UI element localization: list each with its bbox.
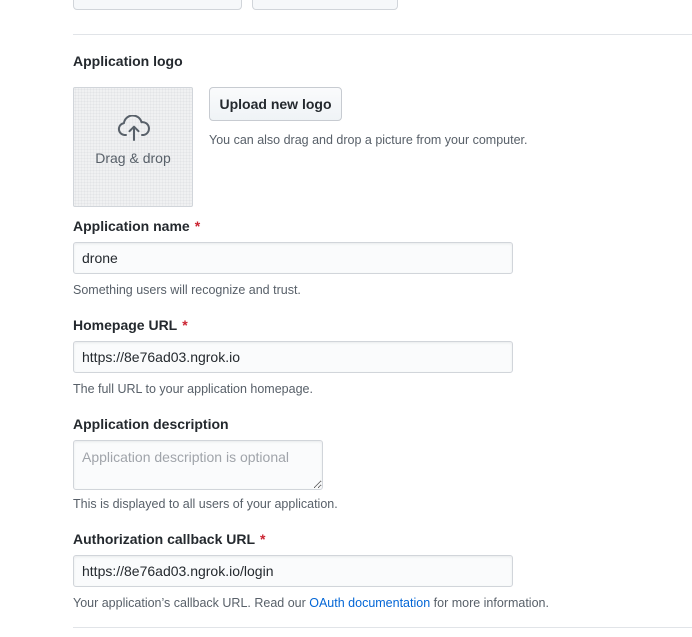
- callback-url-input[interactable]: [73, 555, 513, 587]
- cloud-upload-icon: [117, 115, 150, 141]
- upload-logo-button[interactable]: Upload new logo: [209, 87, 342, 121]
- homepage-url-label-text: Homepage URL: [73, 317, 178, 333]
- homepage-url-note: The full URL to your application homepag…: [73, 382, 313, 396]
- section-divider-top: [73, 34, 692, 35]
- callback-note-text: Your application’s callback URL. Read ou…: [73, 596, 310, 610]
- dropzone-text: Drag & drop: [95, 150, 171, 166]
- callback-url-note: Your application’s callback URL. Read ou…: [73, 595, 549, 611]
- top-button-right[interactable]: [252, 0, 398, 10]
- callback-url-label: Authorization callback URL *: [73, 530, 265, 548]
- upload-hint: You can also drag and drop a picture fro…: [209, 133, 528, 147]
- section-divider-bottom: [73, 627, 692, 628]
- logo-dropzone[interactable]: Drag & drop: [73, 87, 193, 207]
- homepage-url-input[interactable]: [73, 341, 513, 373]
- required-mark: *: [194, 218, 201, 234]
- app-name-label: Application name *: [73, 217, 200, 235]
- oauth-documentation-link[interactable]: OAuth documentation: [309, 596, 430, 610]
- app-name-label-text: Application name: [73, 218, 190, 234]
- required-mark: *: [260, 531, 266, 547]
- top-button-left[interactable]: [73, 0, 242, 10]
- app-description-label: Application description: [73, 416, 229, 432]
- app-description-textarea[interactable]: [73, 440, 323, 490]
- callback-url-label-text: Authorization callback URL: [73, 531, 256, 547]
- app-description-note: This is displayed to all users of your a…: [73, 497, 338, 511]
- homepage-url-label: Homepage URL *: [73, 316, 188, 334]
- app-name-input[interactable]: [73, 242, 513, 274]
- app-name-note: Something users will recognize and trust…: [73, 283, 301, 297]
- callback-note-text-end: for more information.: [430, 596, 549, 610]
- app-logo-label: Application logo: [73, 53, 183, 69]
- required-mark: *: [182, 317, 188, 333]
